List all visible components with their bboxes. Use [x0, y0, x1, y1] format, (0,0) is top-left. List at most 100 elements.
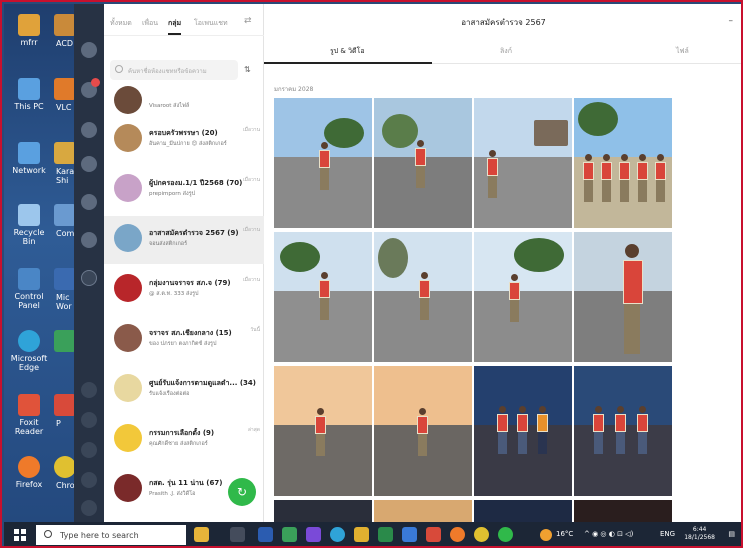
app-taskbar-icon[interactable]: [402, 527, 417, 542]
chat-list-item[interactable]: ผู้ปกครองม.1/1 ปี2568 (70) prepimporn ส่…: [104, 166, 264, 214]
desktop-icon-this-pc[interactable]: This PC: [6, 78, 52, 111]
voom-icon[interactable]: [81, 156, 97, 172]
excel-taskbar-icon[interactable]: [378, 527, 393, 542]
recycle-bin-icon: [18, 204, 40, 226]
explorer-taskbar-icon[interactable]: [354, 527, 369, 542]
vlc-icon[interactable]: [54, 78, 76, 100]
tab-links[interactable]: ลิงก์: [500, 46, 512, 57]
chat-list-item[interactable]: กลุ่มงานจราจร สภ.จ (79) @ ส.ต.ท. 333 ส่ง…: [104, 266, 264, 314]
chrome-icon[interactable]: [54, 456, 76, 478]
photo-thumbnail[interactable]: [374, 98, 472, 228]
temperature: 16°C: [556, 530, 574, 538]
photo-thumbnail[interactable]: [274, 232, 372, 362]
desktop-icon-clipped[interactable]: [54, 14, 76, 36]
more-icon[interactable]: [81, 500, 97, 516]
chat-list-item-selected[interactable]: อาสาสมัครตำรวจ 2567 (9) จอนส่งสติกเกอร์ …: [104, 216, 264, 264]
note-icon[interactable]: [81, 412, 97, 428]
desktop-icon-label: Foxit Reader: [14, 418, 44, 436]
line-icon[interactable]: [81, 270, 97, 286]
tab-groups[interactable]: กลุ่ม: [168, 18, 182, 35]
screen-share-icon[interactable]: [81, 382, 97, 398]
desktop-icon-recycle-bin[interactable]: Recycle Bin: [6, 204, 52, 246]
language-indicator[interactable]: ENG: [660, 530, 675, 538]
word-taskbar-icon[interactable]: [258, 527, 273, 542]
photo-thumbnail[interactable]: [574, 366, 672, 496]
chat-time: เมื่อวาน: [242, 177, 260, 183]
minimize-icon[interactable]: –: [729, 16, 734, 26]
search-input[interactable]: ค้นหาชื่อห้องแชทหรือข้อความ: [110, 60, 238, 80]
desktop-icon-network[interactable]: Network: [6, 142, 52, 175]
chat-list-item[interactable]: ศูนย์รับแจ้งการตามดูแลตำ... (34) รับแจ้ง…: [104, 366, 264, 414]
photo-thumbnail[interactable]: [574, 98, 672, 228]
photo-thumbnail[interactable]: [274, 98, 372, 228]
photo-thumbnail[interactable]: [374, 500, 472, 522]
tab-openchat[interactable]: โอเพนแชท: [194, 18, 228, 29]
chat-time: ล่าสุด: [247, 427, 260, 433]
avatar: [114, 324, 142, 352]
desktop-icon-control-panel[interactable]: Control Panel: [6, 268, 52, 310]
avatar: [114, 374, 142, 402]
clock[interactable]: 6:44 18/1/2568: [684, 526, 715, 542]
taskbar-search-input[interactable]: Type here to search: [36, 525, 186, 545]
chat-name: จราจร สภ.เชียงกลาง (15): [149, 329, 232, 337]
desktop-icon-firefox[interactable]: Firefox: [6, 456, 52, 489]
month-header: มกราคม 2028: [274, 86, 314, 93]
start-button[interactable]: [14, 529, 26, 541]
chat-list-item[interactable]: ครอบครัวพรรษา (20) อันคาม_มีนปกาย 😊 ส่งส…: [104, 116, 264, 164]
app-taskbar-icon[interactable]: [306, 527, 321, 542]
bookmark-icon[interactable]: [81, 442, 97, 458]
filter-settings-icon[interactable]: ⇄: [244, 16, 252, 26]
photo-thumbnail[interactable]: [374, 366, 472, 496]
history-icon[interactable]: [81, 472, 97, 488]
foxit-icon: [18, 394, 40, 416]
photo-thumbnail[interactable]: [574, 500, 672, 522]
desktop-icon-clipped[interactable]: [54, 204, 76, 226]
desktop-icon-mfrr[interactable]: mfrr: [6, 14, 52, 47]
openchat-icon[interactable]: [81, 232, 97, 248]
taskbar-search-placeholder: Type here to search: [60, 531, 139, 540]
wallet-icon[interactable]: [81, 194, 97, 210]
chat-last-message: รับแจ้งเรื่องต่อต่อ: [149, 391, 190, 397]
edge-taskbar-icon[interactable]: [330, 527, 345, 542]
photo-thumbnail[interactable]: [274, 366, 372, 496]
tab-photos-videos[interactable]: รูป & วิดีโอ: [330, 46, 365, 57]
chrome-taskbar-icon[interactable]: [474, 527, 489, 542]
line-taskbar-icon[interactable]: [498, 527, 513, 542]
firefox-taskbar-icon[interactable]: [450, 527, 465, 542]
sort-icon[interactable]: ⇅: [244, 65, 251, 74]
firefox-icon: [18, 456, 40, 478]
new-chat-button[interactable]: ↻: [228, 478, 256, 506]
widget-icon[interactable]: [194, 527, 209, 542]
photo-thumbnail[interactable]: [374, 232, 472, 362]
system-tray-icons[interactable]: ^ ◉ ◎ ◐ ⊡ ◁): [584, 530, 633, 538]
photo-thumbnail[interactable]: [474, 98, 572, 228]
tab-files[interactable]: ไฟล์: [676, 46, 689, 57]
photo-thumbnail[interactable]: [574, 232, 672, 362]
avatar: [114, 124, 142, 152]
profile-icon[interactable]: [81, 42, 97, 58]
photo-thumbnail[interactable]: [474, 232, 572, 362]
tab-friends[interactable]: เพื่อน: [142, 18, 158, 29]
desktop-icon-clipped[interactable]: [54, 330, 76, 352]
tab-all[interactable]: ทั้งหมด: [110, 18, 132, 29]
chat-last-message: ของ ปภรยา ตงภากิตซ์ ส่งรูป: [149, 341, 217, 347]
photos-taskbar-icon[interactable]: [282, 527, 297, 542]
task-view-icon[interactable]: [230, 527, 245, 542]
photo-thumbnail[interactable]: [474, 500, 572, 522]
desktop-icon-foxit[interactable]: Foxit Reader: [6, 394, 52, 436]
app-taskbar-icon[interactable]: [426, 527, 441, 542]
add-friend-icon[interactable]: [81, 122, 97, 138]
album-panel: อาสาสมัครตำรวจ 2567 – รูป & วิดีโอ ลิงก์…: [264, 4, 741, 522]
chat-list-item[interactable]: กรรมการเลือกตั้ง (9) คุณศักดิ์ชาย ส่งสติ…: [104, 416, 264, 464]
screenshot-frame: mfrr This PC Network Recycle Bin Control…: [0, 0, 743, 548]
photo-thumbnail[interactable]: [274, 500, 372, 522]
avatar: [114, 424, 142, 452]
photo-thumbnail[interactable]: [474, 366, 572, 496]
desktop-icon-clipped[interactable]: [54, 394, 76, 416]
desktop-icon-clipped[interactable]: [54, 142, 76, 164]
chat-list-item[interactable]: จราจร สภ.เชียงกลาง (15) ของ ปภรยา ตงภากิ…: [104, 316, 264, 364]
word-icon[interactable]: [54, 268, 76, 290]
weather-icon[interactable]: [540, 529, 552, 541]
desktop-icon-edge[interactable]: Microsoft Edge: [6, 330, 52, 372]
notification-icon[interactable]: ▤: [728, 530, 735, 538]
